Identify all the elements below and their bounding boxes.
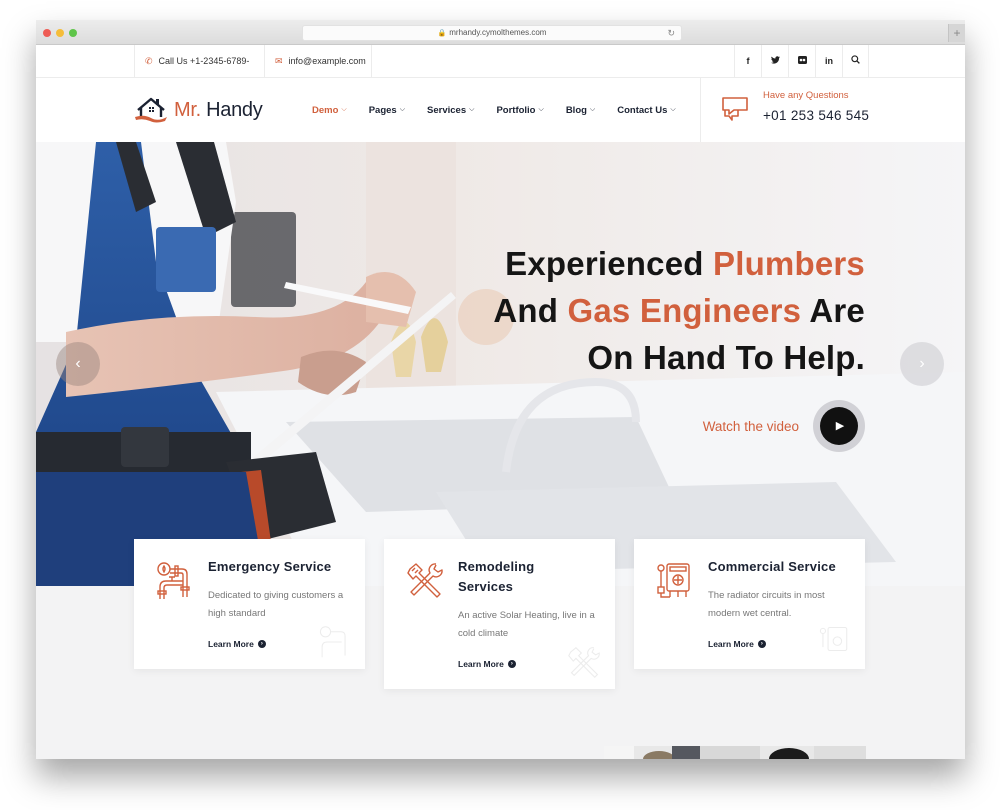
service-card-emergency: Emergency Service Dedicated to giving cu… [134,539,365,669]
logo-handy: Handy [206,98,263,121]
nav-blog[interactable]: Blog ⌵ [566,105,595,116]
learn-more-link[interactable]: Learn More › [208,639,266,649]
arrow-right-circle-icon: › [257,640,266,648]
minimize-window-button[interactable] [56,29,64,37]
nav-pages[interactable]: Pages ⌵ [369,105,405,116]
contact-question: Have any Questions [763,90,849,101]
topbar-email-text: info@example.com [288,56,366,66]
top-bar: ✆Call Us +1-2345-6789-101 ✉ info@example.… [36,45,965,99]
tools-watermark-icon [568,646,600,678]
nav-demo[interactable]: Demo ⌵ [312,105,347,116]
site-logo[interactable]: Mr. Handy [134,93,263,127]
watch-video-label[interactable]: Watch the video [703,419,799,434]
arrow-right-circle-icon: › [507,660,516,668]
hero-headline: Experienced Plumbers And Gas Engineers A… [493,240,865,381]
hero-slider: ‹ › Experienced Plumbers And Gas Enginee… [36,142,965,586]
headline-text: Are [801,292,865,329]
topbar-email[interactable]: ✉ info@example.com [264,45,372,78]
maximize-window-button[interactable] [69,29,77,37]
logo-text: Mr. Handy [174,98,263,122]
facebook-icon[interactable]: f [734,45,761,78]
learn-more-label: Learn More [708,639,754,649]
learn-more-label: Learn More [458,659,504,669]
chevron-down-icon: ⌵ [538,106,544,113]
nav-contact[interactable]: Contact Us ⌵ [617,105,675,116]
headline-text: And [493,292,568,329]
chevron-down-icon: ⌵ [670,106,676,113]
close-window-button[interactable] [43,29,51,37]
flickr-icon[interactable] [788,45,815,78]
play-button[interactable]: ▶ [813,400,865,452]
main-nav: Demo ⌵ Pages ⌵ Services ⌵ Portfolio ⌵ Blog ⌵ … [312,78,698,142]
tools-icon [407,563,443,598]
service-card-commercial: Commercial Service The radiator circuits… [634,539,865,669]
team-image-preview [604,746,866,759]
chevron-down-icon: ⌵ [469,106,475,113]
nav-pages-label: Pages [368,104,397,116]
nav-portfolio-label: Portfolio [496,104,536,116]
slider-prev-button[interactable]: ‹ [56,342,100,386]
service-title: Emergency Service [208,559,332,574]
chevron-down-icon: ⌵ [341,106,347,113]
nav-blog-label: Blog [565,104,587,116]
service-description: An active Solar Heating, live in a cold … [458,610,595,639]
slider-next-button[interactable]: › [900,342,944,386]
service-title: Remodeling Services [458,559,535,594]
browser-window: 🔒 mrhandy.cymolthemes.com ↻ + ✆ Call Us +1… [36,20,965,759]
watch-video[interactable]: Watch the video ▶ [703,400,865,452]
chevron-down-icon: ⌵ [589,106,596,113]
url-text: mrhandy.cymolthemes.com [449,28,547,37]
boiler-watermark-icon [819,627,848,652]
learn-more-label: Learn More [208,639,254,649]
chevron-down-icon: ⌵ [399,106,406,113]
nav-contact-label: Contact Us [617,104,668,116]
reload-icon[interactable]: ↻ [667,26,675,40]
headline-text: On Hand To Help. [587,339,865,376]
service-card-remodeling: Remodeling Services An active Solar Heat… [384,539,615,689]
twitter-icon[interactable] [761,45,788,78]
browser-titlebar: 🔒 mrhandy.cymolthemes.com ↻ + [36,20,965,45]
nav-portfolio[interactable]: Portfolio ⌵ [496,105,543,116]
linkedin-icon[interactable]: in [815,45,842,78]
main-header: Mr. Handy Demo ⌵ Pages ⌵ Services ⌵ Portfol… [36,78,965,142]
headline-highlight: Gas Engineers [567,292,802,329]
house-logo-icon [135,97,167,123]
search-icon[interactable] [842,45,869,78]
arrow-right-circle-icon: › [757,640,766,648]
chat-bubbles-icon [722,97,748,121]
phone-icon: ✆ [145,56,153,66]
plus-icon[interactable]: + [948,24,965,42]
contact-phone[interactable]: +01 253 546 545 [763,108,869,123]
topbar-phone[interactable]: ✆Call Us +1-2345-6789-101 [134,45,264,99]
nav-demo-label: Demo [312,104,339,116]
play-icon: ▶ [820,407,858,445]
service-description: The radiator circuits in most modern wet… [708,590,825,619]
mail-icon: ✉ [275,56,283,66]
learn-more-link[interactable]: Learn More › [708,639,766,649]
lock-icon: 🔒 [437,30,447,37]
boiler-icon [657,563,690,598]
pipe-valve-watermark-icon [319,626,346,658]
service-title: Commercial Service [708,559,836,574]
nav-services[interactable]: Services ⌵ [427,105,474,116]
logo-mr: Mr. [174,98,201,121]
pipe-valve-icon [157,562,190,599]
nav-services-label: Services [427,104,467,116]
header-contact: Have any Questions +01 253 546 545 [700,78,965,142]
headline-text: Experienced [505,245,713,282]
learn-more-link[interactable]: Learn More › [458,659,516,669]
address-bar[interactable]: 🔒 mrhandy.cymolthemes.com ↻ [302,25,682,41]
headline-highlight: Plumbers [713,245,865,282]
service-description: Dedicated to giving customers a high sta… [208,590,344,619]
